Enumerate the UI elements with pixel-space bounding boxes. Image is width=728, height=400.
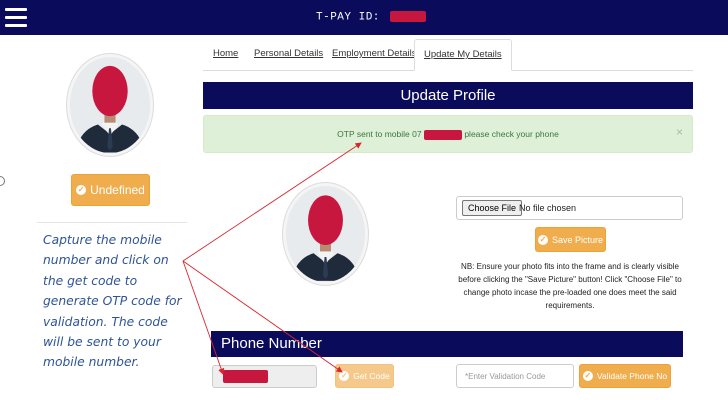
phone-number-header: Phone Number (211, 331, 683, 357)
circle-check-icon: ✓ (76, 185, 87, 195)
tpay-id-label: T-PAY ID: (316, 11, 380, 24)
arrow-to-phone-input (182, 260, 225, 375)
validation-code-input[interactable] (456, 364, 574, 388)
tpay-id: T-PAY ID: (316, 11, 427, 24)
redacted-phone-number (223, 370, 268, 383)
sidebar-avatar (67, 54, 153, 156)
photo-note: NB: Ensure your photo fits into the fram… (458, 262, 682, 310)
redacted-mobile-number (423, 129, 462, 140)
validate-phone-button[interactable]: ✓ Validate Phone No (579, 364, 671, 388)
top-bar: T-PAY ID: (0, 0, 728, 35)
save-picture-button[interactable]: ✓ Save Picture (535, 227, 606, 252)
circle-check-icon: ✓ (537, 234, 548, 245)
otp-alert-message: OTP sent to mobile 07 please check your … (204, 129, 692, 140)
tab-personal-details[interactable]: Personal Details (254, 48, 323, 59)
person-photo (70, 57, 150, 153)
tab-home[interactable]: Home (213, 48, 238, 59)
otp-alert-suffix: please check your phone (464, 129, 559, 139)
person-photo (286, 187, 365, 281)
validate-phone-label: Validate Phone No (596, 371, 668, 381)
photo-file-input[interactable]: Choose File No file chosen (456, 196, 683, 220)
redacted-tpay-id (390, 11, 427, 22)
get-code-label: Get Code (353, 371, 390, 381)
tab-update-my-details[interactable]: Update My Details (414, 39, 512, 71)
update-profile-header: Update Profile (203, 82, 693, 109)
profile-photo-preview (283, 183, 368, 285)
instruction-annotation: Capture the mobile number and click on t… (43, 233, 182, 370)
otp-alert: OTP sent to mobile 07 please check your … (203, 115, 693, 153)
nav-tabs: Home Personal Details Employment Details… (203, 39, 693, 71)
circle-check-icon: ✓ (339, 371, 350, 381)
get-code-button[interactable]: ✓ Get Code (335, 364, 394, 388)
otp-alert-prefix: OTP sent to mobile 07 (337, 129, 422, 139)
tab-employment-details[interactable]: Employment Details (332, 48, 416, 59)
edge-circle-icon (0, 176, 5, 186)
close-icon[interactable]: × (676, 125, 683, 139)
circle-check-icon: ✓ (582, 371, 593, 381)
sidebar-divider (37, 222, 187, 223)
save-picture-label: Save Picture (551, 234, 604, 245)
phone-number-input[interactable] (212, 365, 317, 388)
status-undefined-label: Undefined (90, 183, 145, 197)
choose-file-button[interactable]: Choose File (462, 200, 523, 216)
file-status: No file chosen (519, 203, 577, 213)
status-undefined-button[interactable]: ✓ Undefined (71, 174, 150, 206)
page: T-PAY ID: ✓ Undefined Capture the mobile… (0, 0, 728, 400)
hamburger-icon[interactable] (5, 8, 27, 27)
